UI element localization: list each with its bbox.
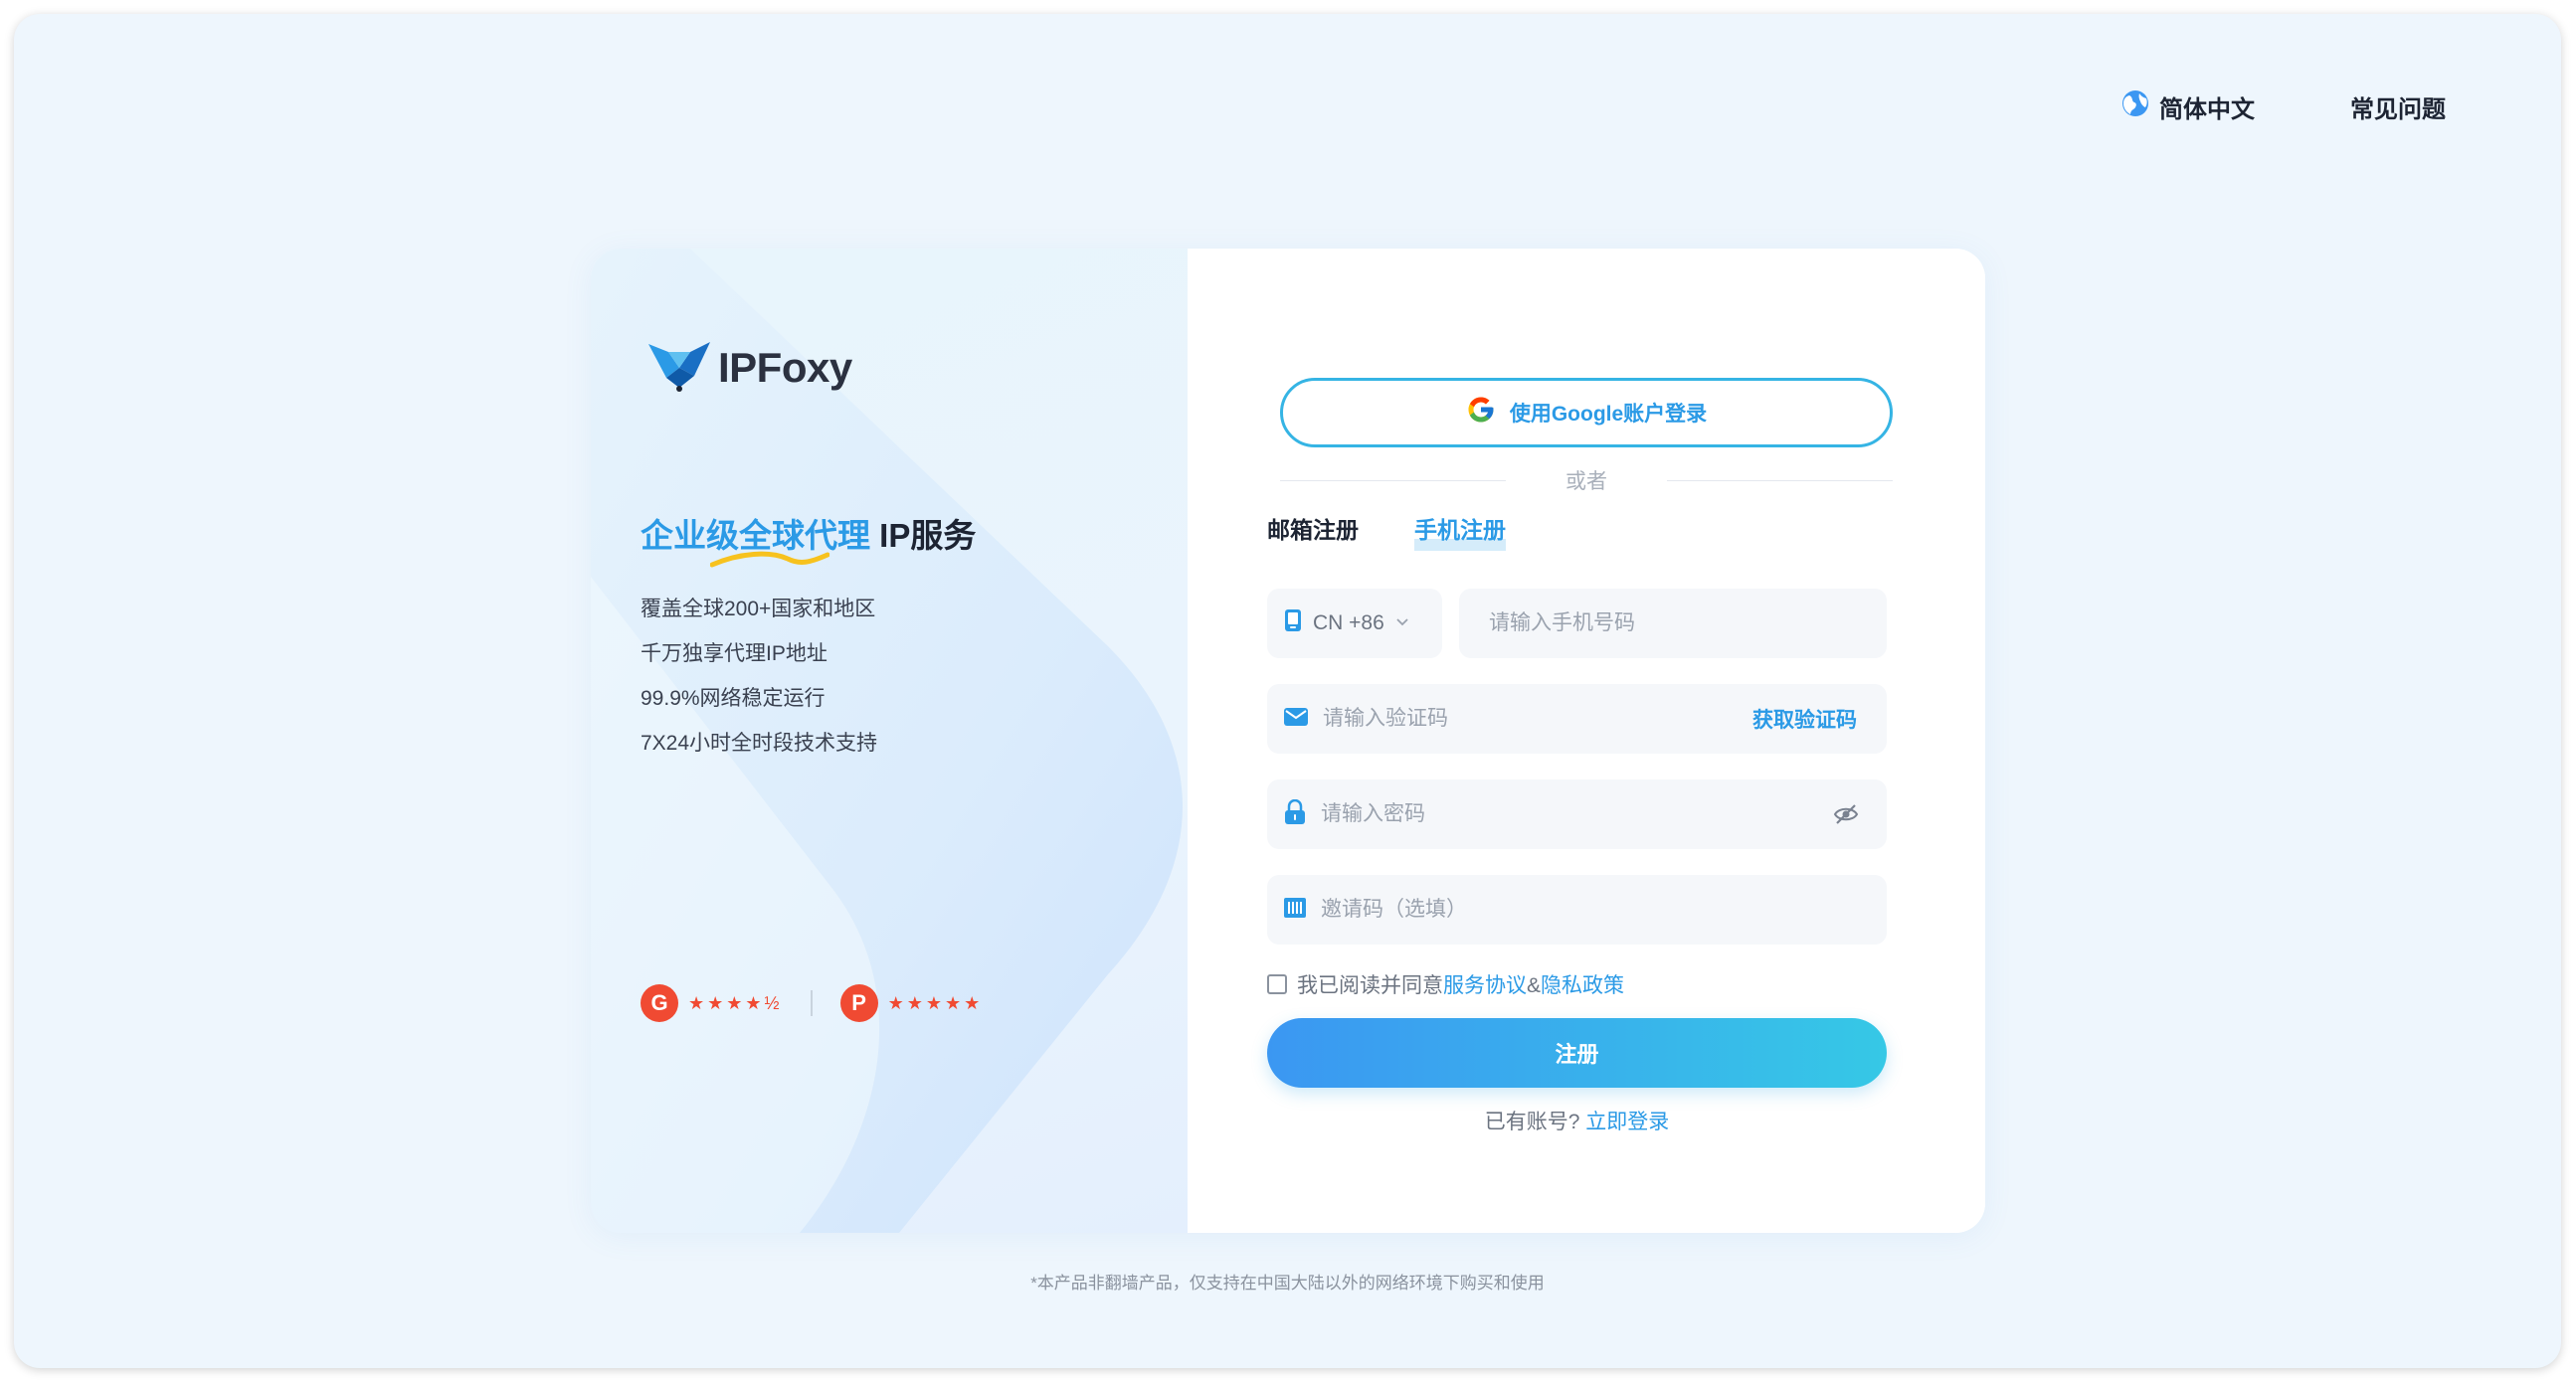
register-tabs: 邮箱注册 手机注册 xyxy=(1267,511,1506,551)
headline-underline-swoosh xyxy=(710,551,829,568)
feature-item: 99.9%网络稳定运行 xyxy=(641,687,826,710)
phone-icon xyxy=(1283,608,1303,638)
feature-item: 覆盖全球200+国家和地区 xyxy=(641,598,876,620)
brand-logo: IPFoxy xyxy=(646,338,852,397)
privacy-link[interactable]: 隐私政策 xyxy=(1541,974,1624,997)
or-divider: 或者 xyxy=(1280,465,1893,495)
g2-badge-icon: G xyxy=(641,984,678,1022)
phone-input[interactable] xyxy=(1489,611,1887,635)
have-account-text: 已有账号? xyxy=(1484,1111,1580,1133)
feature-list: 覆盖全球200+国家和地区 千万独享代理IP地址 99.9%网络稳定运行 7X2… xyxy=(641,587,877,766)
agree-text: 我已阅读并同意服务协议&隐私政策 xyxy=(1297,974,1625,997)
terms-agreement: 我已阅读并同意服务协议&隐私政策 xyxy=(1267,969,1624,999)
country-code-select[interactable]: CN +86 xyxy=(1267,589,1442,658)
google-icon xyxy=(1466,395,1496,431)
terms-link[interactable]: 服务协议 xyxy=(1443,974,1527,997)
invite-code-input[interactable] xyxy=(1321,898,1887,922)
feature-item: 7X24小时全时段技术支持 xyxy=(641,732,878,755)
register-form-panel: 使用Google账户登录 或者 邮箱注册 手机注册 CN +86 请输入手机号码… xyxy=(1188,249,1985,1233)
promo-panel: IPFoxy 企业级全球代理 IP服务 覆盖全球200+国家和地区 千万独享代理… xyxy=(591,249,1188,1233)
register-button[interactable]: 注册 xyxy=(1267,1018,1887,1088)
g2-stars: ★★★★½ xyxy=(688,992,783,1013)
phone-field[interactable] xyxy=(1459,589,1887,658)
fox-logo-icon xyxy=(646,338,712,397)
eye-off-icon[interactable] xyxy=(1833,803,1887,825)
mail-icon xyxy=(1283,707,1309,732)
headline-rest: IP服务 xyxy=(870,517,977,554)
google-login-label: 使用Google账户登录 xyxy=(1509,403,1708,426)
tab-email-register[interactable]: 邮箱注册 xyxy=(1267,511,1359,551)
producthunt-badge-icon: P xyxy=(839,984,878,1022)
get-code-button[interactable]: 获取验证码 xyxy=(1752,704,1887,734)
verification-code-input[interactable] xyxy=(1323,707,1739,731)
ratings-divider xyxy=(810,990,813,1016)
password-input[interactable] xyxy=(1321,802,1819,826)
password-field[interactable] xyxy=(1267,779,1887,849)
globe-icon xyxy=(2121,89,2149,124)
footer-disclaimer: *本产品非翻墙产品，仅支持在中国大陆以外的网络环境下购买和使用 xyxy=(1030,1274,1545,1293)
chevron-down-icon xyxy=(1394,611,1410,635)
agree-checkbox[interactable] xyxy=(1267,974,1287,994)
login-prompt: 已有账号? 立即登录 xyxy=(1267,1106,1887,1135)
verification-code-field[interactable]: 获取验证码 xyxy=(1267,684,1887,754)
faq-link[interactable]: 常见问题 xyxy=(2350,89,2446,124)
producthunt-stars: ★★★★★ xyxy=(887,992,984,1013)
google-login-button[interactable]: 使用Google账户登录 xyxy=(1280,378,1893,447)
invite-code-field[interactable] xyxy=(1267,875,1887,945)
or-text: 或者 xyxy=(1565,470,1607,493)
barcode-icon xyxy=(1283,897,1307,924)
language-selector[interactable]: 简体中文 xyxy=(2121,89,2255,124)
country-code-value: CN +86 xyxy=(1313,611,1384,634)
app-window: 简体中文 常见问题 IPFoxy 企业级全球代理 IP服务 覆盖全球200+国家… xyxy=(14,14,2561,1368)
brand-name: IPFoxy xyxy=(718,343,852,391)
top-nav: 简体中文 常见问题 xyxy=(2121,89,2446,124)
feature-item: 千万独享代理IP地址 xyxy=(641,642,828,665)
tab-phone-register[interactable]: 手机注册 xyxy=(1414,511,1506,551)
login-link[interactable]: 立即登录 xyxy=(1585,1111,1669,1133)
register-card: IPFoxy 企业级全球代理 IP服务 覆盖全球200+国家和地区 千万独享代理… xyxy=(591,249,1985,1233)
language-label: 简体中文 xyxy=(2159,96,2255,123)
ratings-row: G ★★★★½ P ★★★★★ xyxy=(641,984,983,1022)
lock-icon xyxy=(1283,798,1307,830)
